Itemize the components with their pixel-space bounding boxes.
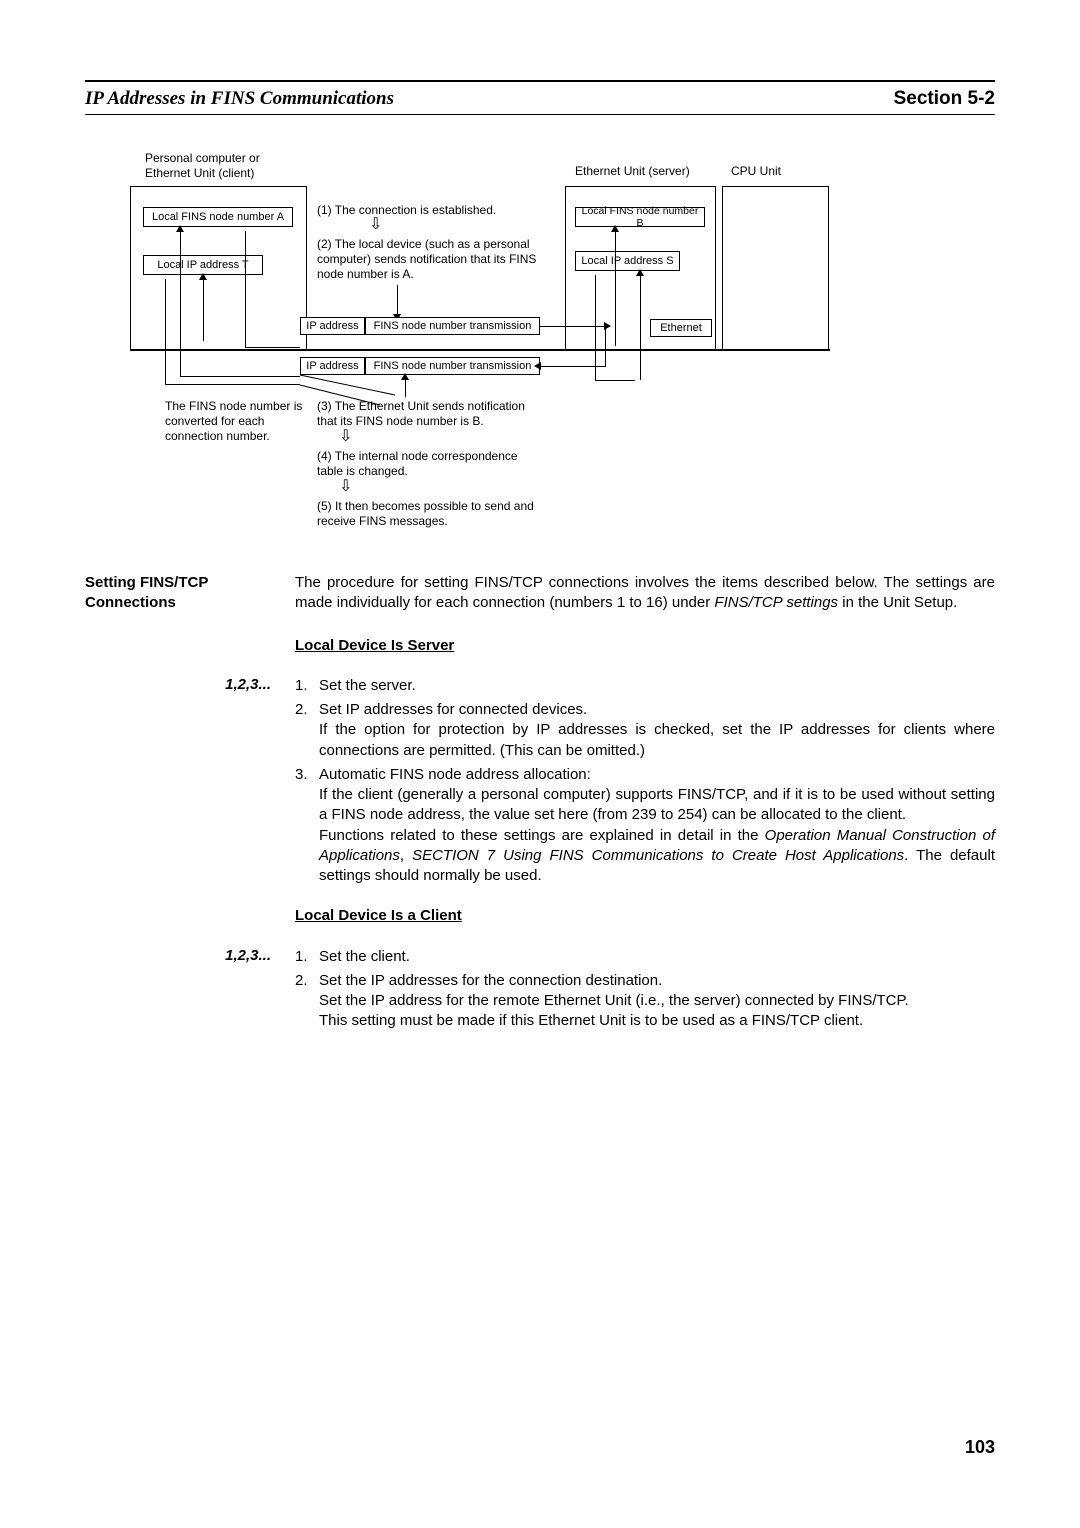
cpu-box — [722, 186, 829, 351]
ip-address-box-1: IP address — [300, 317, 365, 335]
convert-note-label: The FINS node number is converted for ea… — [165, 399, 310, 444]
fins-tcp-diagram: Personal computer or Ethernet Unit (clie… — [115, 151, 905, 551]
step-num: 1. — [295, 676, 319, 696]
step5-label: (5) It then becomes possible to send and… — [317, 499, 542, 529]
client-title-label: Personal computer or Ethernet Unit (clie… — [145, 151, 260, 181]
ethernet-box: Ethernet — [650, 319, 712, 337]
arrow — [540, 326, 605, 327]
down-arrow-icon: ⇩ — [369, 217, 382, 233]
ethernet-bus — [130, 349, 830, 351]
header-section: Section 5-2 — [894, 88, 995, 110]
line — [605, 349, 606, 367]
line — [245, 231, 246, 347]
list-item: 2. Set the IP addresses for the connecti… — [295, 971, 995, 1032]
line — [640, 275, 641, 375]
line — [595, 275, 596, 380]
line — [165, 384, 300, 385]
header-title: IP Addresses in FINS Communications — [85, 88, 394, 110]
line — [640, 375, 641, 380]
fins-trans-box-1: FINS node number transmission — [365, 317, 540, 335]
server-heading-row: Local Device Is Server — [85, 624, 995, 666]
steps-marker: 1,2,3... — [85, 947, 295, 1036]
fins-trans-box-2: FINS node number transmission — [365, 357, 540, 375]
server-title-label: Ethernet Unit (server) — [575, 164, 690, 179]
list-item: 2. Set IP addresses for connected device… — [295, 700, 995, 761]
step-text: Set the client. — [319, 947, 995, 967]
arrow — [203, 279, 204, 341]
client-sub-heading: Local Device Is a Client — [295, 906, 995, 926]
section-intro: The procedure for setting FINS/TCP conne… — [295, 573, 995, 614]
arrow — [540, 366, 605, 367]
local-node-a-box: Local FINS node number A — [143, 207, 293, 227]
step-text: Set IP addresses for connected devices. … — [319, 700, 995, 761]
list-item: 3. Automatic FINS node address allocatio… — [295, 765, 995, 887]
step-num: 2. — [295, 971, 319, 1032]
step-num: 3. — [295, 765, 319, 887]
step1-label: (1) The connection is established. — [317, 203, 496, 218]
section-heading: Setting FINS/TCP Connections — [85, 573, 295, 614]
section-intro-row: Setting FINS/TCP Connections The procedu… — [85, 573, 995, 614]
page-header: IP Addresses in FINS Communications Sect… — [85, 88, 995, 115]
arrow — [397, 285, 398, 315]
line — [165, 279, 166, 384]
server-steps-list: 1. Set the server. 2. Set IP addresses f… — [295, 676, 995, 891]
server-sub-heading: Local Device Is Server — [295, 636, 995, 656]
step-num: 2. — [295, 700, 319, 761]
step-text: Set the IP addresses for the connection … — [319, 971, 995, 1032]
step4-label: (4) The internal node correspondence tab… — [317, 449, 542, 479]
list-item: 1. Set the client. — [295, 947, 995, 967]
line — [615, 231, 616, 346]
down-arrow-icon: ⇩ — [339, 429, 352, 445]
step-num: 1. — [295, 947, 319, 967]
local-node-b-box: Local FINS node number B — [575, 207, 705, 227]
spacer — [85, 894, 295, 936]
client-steps-row: 1,2,3... 1. Set the client. 2. Set the I… — [85, 947, 995, 1036]
intro-em: FINS/TCP settings — [714, 594, 838, 611]
step3-label: (3) The Ethernet Unit sends notification… — [317, 399, 542, 429]
cpu-title-label: CPU Unit — [731, 164, 781, 179]
server-steps-row: 1,2,3... 1. Set the server. 2. Set IP ad… — [85, 676, 995, 891]
line — [605, 326, 606, 349]
s3-b: , — [400, 847, 412, 864]
page-number: 103 — [965, 1437, 995, 1458]
intro-text-b: in the Unit Setup. — [838, 594, 957, 611]
arrow — [405, 379, 406, 397]
step2-label: (2) The local device (such as a personal… — [317, 237, 557, 282]
steps-marker: 1,2,3... — [85, 676, 295, 891]
client-steps-list: 1. Set the client. 2. Set the IP address… — [295, 947, 995, 1036]
top-rule — [85, 80, 995, 82]
line — [180, 376, 300, 377]
page: IP Addresses in FINS Communications Sect… — [0, 0, 1080, 1528]
s3-em2: SECTION 7 Using FINS Communications to C… — [412, 847, 904, 864]
ip-address-box-2: IP address — [300, 357, 365, 375]
spacer — [85, 624, 295, 666]
step-text: Automatic FINS node address allocation: … — [319, 765, 995, 887]
line — [595, 380, 635, 381]
line — [245, 347, 300, 348]
line — [180, 231, 181, 376]
local-ip-s-box: Local IP address S — [575, 251, 680, 271]
client-heading-row: Local Device Is a Client — [85, 894, 995, 936]
down-arrow-icon: ⇩ — [339, 479, 352, 495]
step-text: Set the server. — [319, 676, 995, 696]
list-item: 1. Set the server. — [295, 676, 995, 696]
